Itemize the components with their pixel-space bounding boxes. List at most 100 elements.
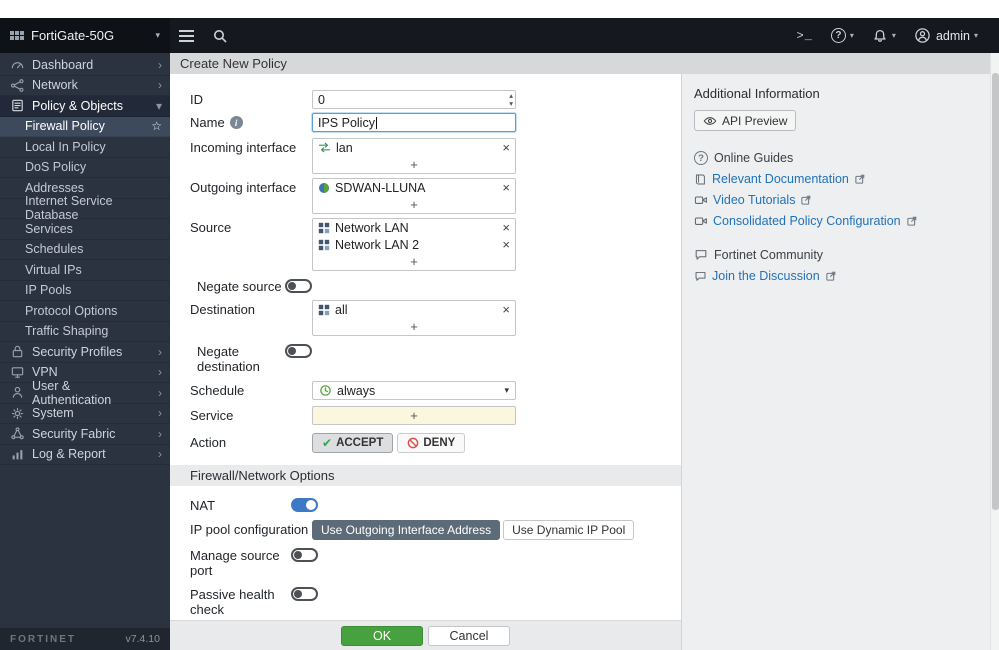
remove-icon[interactable]: × <box>502 303 510 316</box>
add-incoming-interface-button[interactable]: + <box>313 156 515 173</box>
use-outgoing-interface-address-button[interactable]: Use Outgoing Interface Address <box>312 520 501 540</box>
accept-label: ACCEPT <box>336 437 384 449</box>
outgoing-interface-select[interactable]: SDWAN-LLUNA × + <box>312 178 516 214</box>
chevron-down-icon: ▾ <box>891 31 896 40</box>
online-guides-header: ? Online Guides <box>694 151 978 165</box>
chevron-down-icon: ▾ <box>155 98 162 113</box>
sidebar-item-security-profiles[interactable]: Security Profiles › <box>0 342 170 363</box>
video-tutorials-link[interactable]: Video Tutorials <box>713 193 795 207</box>
sidebar-subitem-label: Services <box>25 221 73 236</box>
guide-link-row: Video Tutorials <box>694 193 978 207</box>
vpn-icon <box>10 365 25 380</box>
add-source-button[interactable]: + <box>313 253 515 270</box>
source-select[interactable]: Network LAN × Network LAN 2 × + <box>312 218 516 271</box>
sidebar-item-user-authentication[interactable]: User & Authentication › <box>0 379 170 407</box>
nat-toggle[interactable] <box>291 498 318 512</box>
vertical-scrollbar[interactable] <box>990 53 999 650</box>
remove-icon[interactable]: × <box>502 238 510 251</box>
device-selector[interactable]: FortiGate-50G ▾ <box>0 18 170 53</box>
remove-icon[interactable]: × <box>502 141 510 154</box>
security-fabric-icon <box>10 426 25 441</box>
content-body: ID ▴ ▾ Name i <box>170 74 990 650</box>
schedule-select[interactable]: always ▾ <box>312 381 516 400</box>
sidebar-item-ip-pools[interactable]: IP Pools <box>0 281 170 301</box>
entry-label: Network LAN 2 <box>335 237 420 252</box>
sidebar-item-virtual-ips[interactable]: Virtual IPs <box>0 260 170 281</box>
deny-button[interactable]: DENY <box>397 433 466 453</box>
add-service-button[interactable]: + <box>313 407 515 424</box>
sidebar-item-schedules[interactable]: Schedules <box>0 240 170 260</box>
scrollbar-thumb[interactable] <box>992 73 999 510</box>
sidebar-item-protocol-options[interactable]: Protocol Options <box>0 301 170 322</box>
destination-select[interactable]: all × + <box>312 300 516 336</box>
sidebar-subitem-label: Addresses <box>25 180 85 195</box>
bar-chart-icon <box>10 447 25 462</box>
negate-destination-toggle[interactable] <box>285 344 312 358</box>
sidebar-subitem-label: Virtual IPs <box>25 262 82 277</box>
sidebar-item-local-in-policy[interactable]: Local In Policy <box>0 137 170 158</box>
form-row-destination: Destination all × + <box>170 300 681 336</box>
remove-icon[interactable]: × <box>502 181 510 194</box>
ip-pool-label: IP pool configuration <box>190 522 309 537</box>
selected-address-entry[interactable]: Network LAN 2 × <box>313 236 515 253</box>
join-the-discussion-link[interactable]: Join the Discussion <box>712 269 820 283</box>
service-select[interactable]: + <box>312 406 516 425</box>
name-input[interactable]: IPS Policy <box>312 113 516 132</box>
outgoing-interface-label: Outgoing interface <box>190 180 297 195</box>
passive-health-check-toggle[interactable] <box>291 587 318 601</box>
id-stepper[interactable]: ▴ ▾ <box>509 92 513 107</box>
fortinet-wordmark: FORTINET <box>10 633 76 645</box>
selected-interface-entry[interactable]: lan × <box>313 139 515 156</box>
form-row-outgoing-interface: Outgoing interface SDWAN-LLUNA × + <box>170 178 681 214</box>
search-button[interactable] <box>203 18 237 53</box>
deny-label: DENY <box>423 437 456 449</box>
negate-destination-label: Negate destination <box>197 344 260 374</box>
selected-interface-entry[interactable]: SDWAN-LLUNA × <box>313 179 515 196</box>
admin-menu-button[interactable]: admin ▾ <box>905 18 987 53</box>
stepper-down-icon[interactable]: ▾ <box>509 99 513 108</box>
subnet-icon <box>318 304 330 315</box>
sidebar-item-network[interactable]: Network › <box>0 76 170 96</box>
notifications-button[interactable]: ▾ <box>863 18 905 53</box>
use-dynamic-ip-pool-button[interactable]: Use Dynamic IP Pool <box>503 520 635 540</box>
ok-button[interactable]: OK <box>341 625 423 646</box>
topbar-right-cluster: >_ ? ▾ ▾ admin ▾ <box>788 18 999 53</box>
negate-source-toggle[interactable] <box>285 279 312 293</box>
sidebar-item-dos-policy[interactable]: DoS Policy <box>0 158 170 178</box>
cli-console-button[interactable]: >_ <box>788 18 822 53</box>
form-row-id: ID ▴ ▾ <box>170 90 681 109</box>
user-icon <box>10 385 25 400</box>
sidebar-item-firewall-policy[interactable]: Firewall Policy ☆ <box>0 116 170 137</box>
menu-toggle-button[interactable] <box>170 18 203 53</box>
sidebar-item-traffic-shaping[interactable]: Traffic Shaping <box>0 322 170 342</box>
help-menu-button[interactable]: ? ▾ <box>822 18 863 53</box>
sidebar-item-internet-service-database[interactable]: Internet Service Database <box>0 194 170 222</box>
sidebar-item-security-fabric[interactable]: Security Fabric › <box>0 424 170 445</box>
selected-address-entry[interactable]: Network LAN × <box>313 219 515 236</box>
sidebar-item-log-report[interactable]: Log & Report › <box>0 445 170 465</box>
form-row-manage-source-port: Manage source port <box>170 546 681 578</box>
favorite-star-icon[interactable]: ☆ <box>151 119 162 133</box>
consolidated-policy-configuration-link[interactable]: Consolidated Policy Configuration <box>713 214 901 228</box>
name-label-text: Name <box>190 115 225 130</box>
help-icon: ? <box>830 28 846 43</box>
sidebar-submenu-policy: Firewall Policy ☆ Local In Policy DoS Po… <box>0 116 170 342</box>
destination-label: Destination <box>190 302 256 317</box>
add-destination-button[interactable]: + <box>313 318 515 335</box>
add-outgoing-interface-button[interactable]: + <box>313 196 515 213</box>
manage-source-port-toggle[interactable] <box>291 548 318 562</box>
cancel-button[interactable]: Cancel <box>428 625 510 646</box>
sidebar-item-dashboard[interactable]: Dashboard › <box>0 55 170 76</box>
manage-source-port-label: Manage source port <box>190 548 280 578</box>
selected-address-entry[interactable]: all × <box>313 301 515 318</box>
entry-label: Network LAN <box>335 220 409 235</box>
incoming-interface-select[interactable]: lan × + <box>312 138 516 174</box>
accept-button[interactable]: ✔ ACCEPT <box>312 433 394 453</box>
remove-icon[interactable]: × <box>502 221 510 234</box>
relevant-documentation-link[interactable]: Relevant Documentation <box>712 172 849 186</box>
id-input[interactable] <box>312 90 516 109</box>
search-icon <box>214 29 227 42</box>
sidebar-item-policy-objects[interactable]: Policy & Objects ▾ <box>0 96 170 117</box>
sidebar-item-label: Policy & Objects <box>32 98 124 113</box>
api-preview-button[interactable]: API Preview <box>694 110 797 131</box>
